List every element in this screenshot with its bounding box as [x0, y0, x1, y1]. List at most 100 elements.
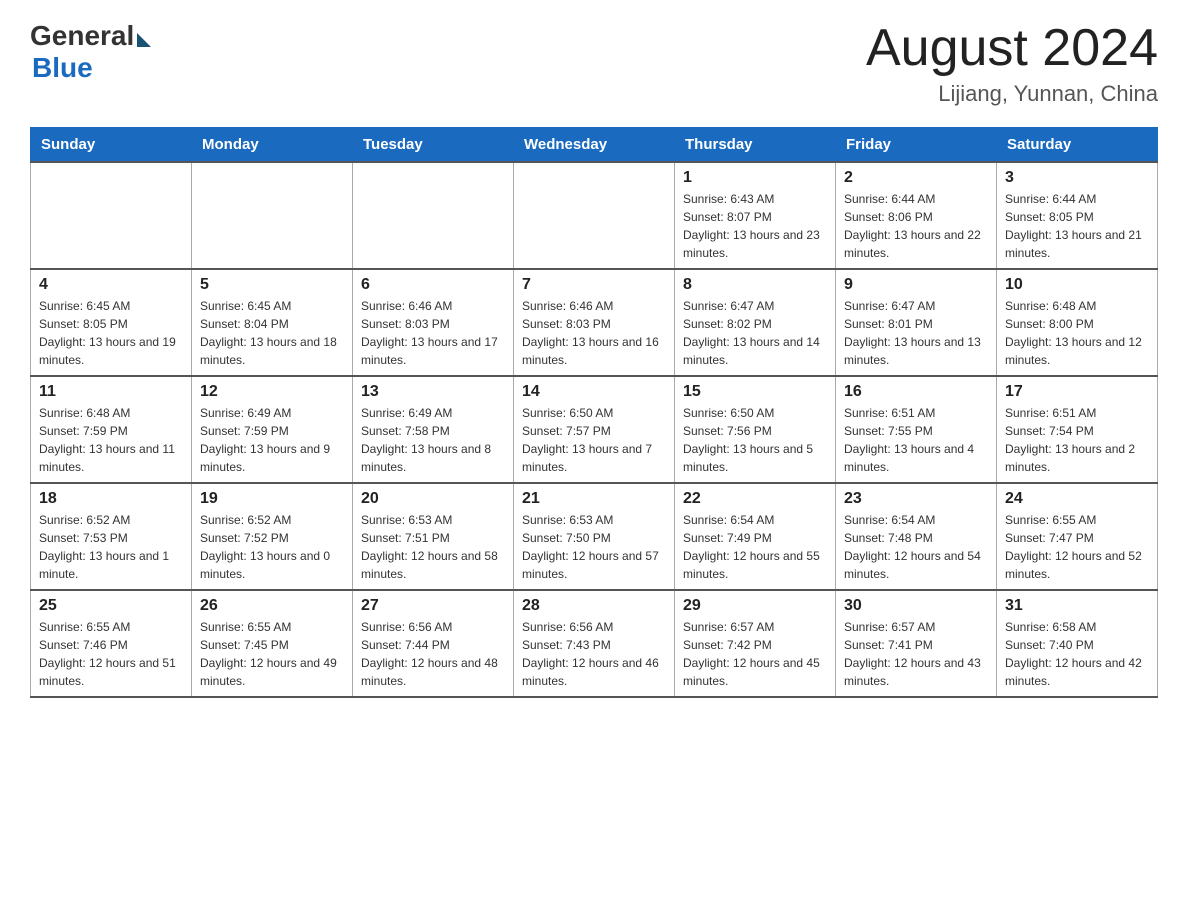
page-header: General Blue August 2024 Lijiang, Yunnan…: [30, 20, 1158, 107]
day-info: Sunrise: 6:56 AMSunset: 7:43 PMDaylight:…: [522, 618, 666, 690]
day-info: Sunrise: 6:52 AMSunset: 7:52 PMDaylight:…: [200, 511, 344, 583]
day-info: Sunrise: 6:54 AMSunset: 7:49 PMDaylight:…: [683, 511, 827, 583]
day-number: 14: [522, 383, 666, 401]
day-number: 15: [683, 383, 827, 401]
day-info: Sunrise: 6:49 AMSunset: 7:59 PMDaylight:…: [200, 404, 344, 476]
day-info: Sunrise: 6:43 AMSunset: 8:07 PMDaylight:…: [683, 190, 827, 262]
calendar-cell: 20 Sunrise: 6:53 AMSunset: 7:51 PMDayligh…: [353, 483, 514, 590]
calendar-cell: 1 Sunrise: 6:43 AMSunset: 8:07 PMDaylight…: [675, 162, 836, 269]
day-info: Sunrise: 6:45 AMSunset: 8:05 PMDaylight:…: [39, 297, 183, 369]
calendar-cell: [353, 162, 514, 269]
day-number: 8: [683, 276, 827, 294]
day-info: Sunrise: 6:57 AMSunset: 7:42 PMDaylight:…: [683, 618, 827, 690]
calendar-header-row: SundayMondayTuesdayWednesdayThursdayFrid…: [31, 128, 1158, 163]
day-info: Sunrise: 6:56 AMSunset: 7:44 PMDaylight:…: [361, 618, 505, 690]
day-number: 3: [1005, 169, 1149, 187]
day-info: Sunrise: 6:53 AMSunset: 7:50 PMDaylight:…: [522, 511, 666, 583]
calendar-cell: 10 Sunrise: 6:48 AMSunset: 8:00 PMDayligh…: [997, 269, 1158, 376]
day-header-sunday: Sunday: [31, 128, 192, 163]
day-info: Sunrise: 6:55 AMSunset: 7:47 PMDaylight:…: [1005, 511, 1149, 583]
day-info: Sunrise: 6:44 AMSunset: 8:06 PMDaylight:…: [844, 190, 988, 262]
day-number: 30: [844, 597, 988, 615]
day-number: 21: [522, 490, 666, 508]
day-number: 17: [1005, 383, 1149, 401]
day-info: Sunrise: 6:47 AMSunset: 8:01 PMDaylight:…: [844, 297, 988, 369]
day-header-saturday: Saturday: [997, 128, 1158, 163]
day-header-wednesday: Wednesday: [514, 128, 675, 163]
day-info: Sunrise: 6:55 AMSunset: 7:45 PMDaylight:…: [200, 618, 344, 690]
logo: General Blue: [30, 20, 151, 84]
day-number: 20: [361, 490, 505, 508]
calendar-cell: 5 Sunrise: 6:45 AMSunset: 8:04 PMDaylight…: [192, 269, 353, 376]
week-row-5: 25 Sunrise: 6:55 AMSunset: 7:46 PMDayligh…: [31, 590, 1158, 697]
day-info: Sunrise: 6:51 AMSunset: 7:54 PMDaylight:…: [1005, 404, 1149, 476]
calendar-cell: 25 Sunrise: 6:55 AMSunset: 7:46 PMDayligh…: [31, 590, 192, 697]
day-info: Sunrise: 6:51 AMSunset: 7:55 PMDaylight:…: [844, 404, 988, 476]
calendar-cell: 29 Sunrise: 6:57 AMSunset: 7:42 PMDayligh…: [675, 590, 836, 697]
calendar-cell: 11Sunrise: 6:48 AMSunset: 7:59 PMDayligh…: [31, 376, 192, 483]
day-number: 28: [522, 597, 666, 615]
calendar-cell: 17 Sunrise: 6:51 AMSunset: 7:54 PMDayligh…: [997, 376, 1158, 483]
calendar-cell: 3 Sunrise: 6:44 AMSunset: 8:05 PMDaylight…: [997, 162, 1158, 269]
day-info: Sunrise: 6:44 AMSunset: 8:05 PMDaylight:…: [1005, 190, 1149, 262]
calendar-cell: 24 Sunrise: 6:55 AMSunset: 7:47 PMDayligh…: [997, 483, 1158, 590]
month-title: August 2024: [866, 20, 1158, 77]
calendar-cell: 19 Sunrise: 6:52 AMSunset: 7:52 PMDayligh…: [192, 483, 353, 590]
calendar-cell: [31, 162, 192, 269]
day-number: 24: [1005, 490, 1149, 508]
day-header-friday: Friday: [836, 128, 997, 163]
day-number: 5: [200, 276, 344, 294]
day-number: 16: [844, 383, 988, 401]
day-number: 4: [39, 276, 183, 294]
calendar-cell: 9 Sunrise: 6:47 AMSunset: 8:01 PMDaylight…: [836, 269, 997, 376]
day-info: Sunrise: 6:49 AMSunset: 7:58 PMDaylight:…: [361, 404, 505, 476]
calendar-cell: 6 Sunrise: 6:46 AMSunset: 8:03 PMDaylight…: [353, 269, 514, 376]
calendar-cell: 7 Sunrise: 6:46 AMSunset: 8:03 PMDaylight…: [514, 269, 675, 376]
calendar-cell: 13Sunrise: 6:49 AMSunset: 7:58 PMDayligh…: [353, 376, 514, 483]
day-info: Sunrise: 6:48 AMSunset: 8:00 PMDaylight:…: [1005, 297, 1149, 369]
day-info: Sunrise: 6:55 AMSunset: 7:46 PMDaylight:…: [39, 618, 183, 690]
week-row-4: 18Sunrise: 6:52 AMSunset: 7:53 PMDayligh…: [31, 483, 1158, 590]
day-info: Sunrise: 6:46 AMSunset: 8:03 PMDaylight:…: [361, 297, 505, 369]
day-header-tuesday: Tuesday: [353, 128, 514, 163]
day-number: 29: [683, 597, 827, 615]
day-number: 22: [683, 490, 827, 508]
logo-general-text: General: [30, 20, 134, 52]
week-row-2: 4 Sunrise: 6:45 AMSunset: 8:05 PMDaylight…: [31, 269, 1158, 376]
calendar-cell: 12 Sunrise: 6:49 AMSunset: 7:59 PMDayligh…: [192, 376, 353, 483]
day-number: 11: [39, 383, 183, 401]
day-header-thursday: Thursday: [675, 128, 836, 163]
calendar-cell: 23Sunrise: 6:54 AMSunset: 7:48 PMDayligh…: [836, 483, 997, 590]
day-number: 7: [522, 276, 666, 294]
day-number: 27: [361, 597, 505, 615]
location-text: Lijiang, Yunnan, China: [866, 81, 1158, 107]
day-number: 19: [200, 490, 344, 508]
calendar-cell: 16 Sunrise: 6:51 AMSunset: 7:55 PMDayligh…: [836, 376, 997, 483]
calendar-table: SundayMondayTuesdayWednesdayThursdayFrid…: [30, 127, 1158, 698]
calendar-cell: 26Sunrise: 6:55 AMSunset: 7:45 PMDayligh…: [192, 590, 353, 697]
calendar-cell: 18Sunrise: 6:52 AMSunset: 7:53 PMDayligh…: [31, 483, 192, 590]
day-number: 6: [361, 276, 505, 294]
calendar-cell: [192, 162, 353, 269]
day-info: Sunrise: 6:58 AMSunset: 7:40 PMDaylight:…: [1005, 618, 1149, 690]
day-info: Sunrise: 6:45 AMSunset: 8:04 PMDaylight:…: [200, 297, 344, 369]
calendar-cell: 30Sunrise: 6:57 AMSunset: 7:41 PMDayligh…: [836, 590, 997, 697]
day-number: 10: [1005, 276, 1149, 294]
day-header-monday: Monday: [192, 128, 353, 163]
calendar-cell: [514, 162, 675, 269]
calendar-cell: 14 Sunrise: 6:50 AMSunset: 7:57 PMDayligh…: [514, 376, 675, 483]
day-number: 1: [683, 169, 827, 187]
day-number: 23: [844, 490, 988, 508]
calendar-cell: 2Sunrise: 6:44 AMSunset: 8:06 PMDaylight…: [836, 162, 997, 269]
day-info: Sunrise: 6:46 AMSunset: 8:03 PMDaylight:…: [522, 297, 666, 369]
day-number: 25: [39, 597, 183, 615]
day-info: Sunrise: 6:50 AMSunset: 7:57 PMDaylight:…: [522, 404, 666, 476]
logo-blue-text: Blue: [32, 52, 93, 84]
calendar-cell: 31Sunrise: 6:58 AMSunset: 7:40 PMDayligh…: [997, 590, 1158, 697]
day-info: Sunrise: 6:47 AMSunset: 8:02 PMDaylight:…: [683, 297, 827, 369]
day-number: 9: [844, 276, 988, 294]
calendar-cell: 27 Sunrise: 6:56 AMSunset: 7:44 PMDayligh…: [353, 590, 514, 697]
day-info: Sunrise: 6:53 AMSunset: 7:51 PMDaylight:…: [361, 511, 505, 583]
logo-arrow-icon: [137, 33, 151, 47]
day-number: 12: [200, 383, 344, 401]
